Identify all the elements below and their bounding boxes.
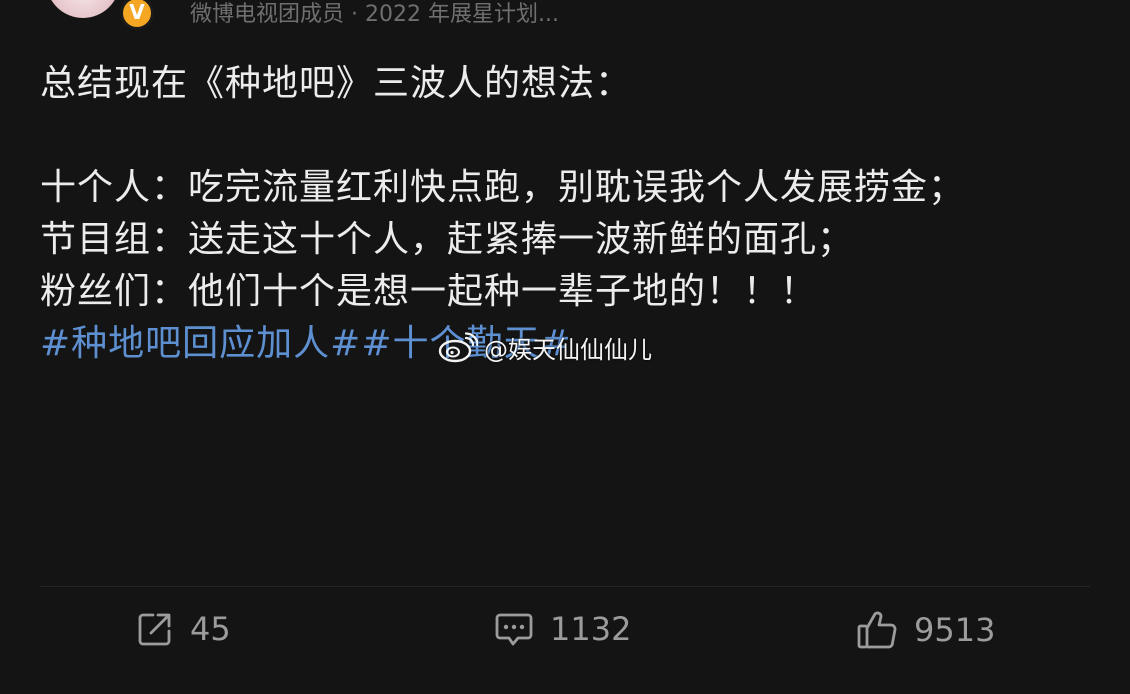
like-count: 9513 (914, 611, 996, 649)
divider (40, 586, 1090, 587)
forward-button[interactable]: 45 (136, 610, 231, 648)
comment-count: 1132 (550, 610, 632, 648)
post-line-ten-people: 十个人：吃完流量红利快点跑，别耽误我个人发展捞金； (40, 167, 966, 208)
thumbs-up-icon (857, 611, 897, 649)
forward-count: 45 (190, 610, 231, 648)
avatar[interactable] (46, 0, 120, 18)
post-line-summary: 总结现在《种地吧》三波人的想法： (40, 63, 633, 104)
post-line-program-team: 节目组：送走这十个人，赶紧捧一波新鲜的面孔； (40, 219, 855, 260)
forward-icon (138, 613, 171, 646)
author-row: V 微博电视团成员 · 2022 年展星计划... (0, 0, 1130, 30)
post-line-fans: 粉丝们：他们十个是想一起种一辈子地的！！！ (40, 271, 818, 312)
action-bar: 45 1132 9513 (0, 610, 1130, 660)
watermark-text: @娱天仙仙仙儿 (484, 336, 652, 364)
weibo-logo-icon (438, 331, 478, 362)
comment-icon (495, 613, 533, 646)
verified-v-icon: V (120, 0, 154, 30)
weibo-post: V 微博电视团成员 · 2022 年展星计划... 总结现在《种地吧》三波人的想… (0, 0, 1130, 694)
post-content: 总结现在《种地吧》三波人的想法： 十个人：吃完流量红利快点跑，别耽误我个人发展捞… (40, 58, 1100, 370)
weibo-watermark: @娱天仙仙仙儿 (438, 330, 652, 365)
like-button[interactable]: 9513 (856, 610, 995, 650)
author-meta[interactable]: 微博电视团成员 · 2022 年展星计划... (190, 0, 559, 28)
comment-button[interactable]: 1132 (494, 610, 631, 648)
